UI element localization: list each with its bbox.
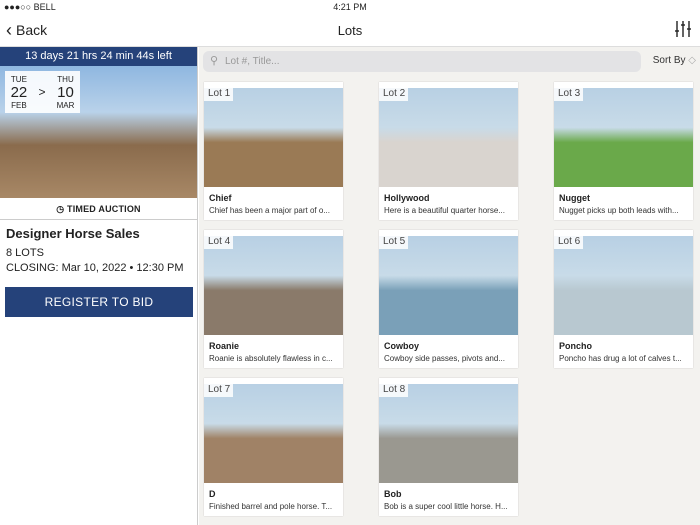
sort-label: Sort By	[652, 55, 686, 66]
auction-panel: 13 days 21 hrs 24 min 44s left TUE 22 FEB …	[0, 47, 198, 525]
filter-sliders-icon[interactable]	[674, 20, 692, 38]
lot-title: Chief	[209, 193, 232, 203]
date-range: TUE 22 FEB > THU 10 MAR	[5, 71, 80, 113]
lot-title: D	[209, 489, 216, 499]
lot-image	[554, 236, 693, 335]
lot-number: Lot 8	[379, 378, 409, 397]
lot-number: Lot 3	[554, 82, 584, 101]
auction-image: TUE 22 FEB > THU 10 MAR	[0, 66, 197, 198]
search-icon: ⚲	[210, 55, 219, 67]
lot-image	[379, 236, 518, 335]
closing-date: CLOSING: Mar 10, 2022 • 12:30 PM	[6, 262, 184, 274]
auction-type-label: TIMED AUCTION	[67, 204, 141, 214]
lot-title: Hollywood	[384, 193, 430, 203]
lot-image	[379, 88, 518, 187]
end-day: THU	[57, 74, 74, 84]
start-month: FEB	[11, 100, 27, 110]
end-date: 10	[57, 83, 74, 101]
lot-description: Roanie is absolutely flawless in c...	[209, 354, 333, 363]
start-day: TUE	[10, 74, 27, 84]
page-title: Lots	[337, 23, 363, 38]
lot-description: Cowboy side passes, pivots and...	[384, 354, 505, 363]
end-month: MAR	[56, 100, 75, 110]
lot-image	[554, 88, 693, 187]
lot-description: Bob is a super cool little horse. H...	[384, 502, 508, 511]
clock: 4:21 PM	[333, 2, 367, 12]
lots-panel: ⚲ Lot #, Title... Sort By ◇ Lot 1 Chief C…	[199, 47, 700, 525]
lot-description: Finished barrel and pole horse. T...	[209, 502, 333, 511]
lot-image	[204, 236, 343, 335]
lot-card[interactable]: Lot 6 Poncho Poncho has drug a lot of ca…	[554, 230, 693, 368]
lot-card[interactable]: Lot 8 Bob Bob is a super cool little hor…	[379, 378, 518, 516]
lot-title: Nugget	[559, 193, 590, 203]
lot-description: Here is a beautiful quarter horse...	[384, 206, 505, 215]
clock-icon: ◷	[56, 204, 67, 214]
lot-card[interactable]: Lot 2 Hollywood Here is a beautiful quar…	[379, 82, 518, 220]
status-bar: ●●●○○ BELL 4:21 PM	[0, 0, 700, 14]
register-to-bid-button[interactable]: REGISTER TO BID	[5, 287, 193, 317]
date-separator: >	[38, 85, 46, 99]
lot-title: Cowboy	[384, 341, 419, 351]
lot-number: Lot 6	[554, 230, 584, 249]
lot-title: Poncho	[559, 341, 592, 351]
auction-title: Designer Horse Sales	[6, 226, 140, 241]
search-input[interactable]: ⚲ Lot #, Title...	[203, 51, 641, 72]
lot-description: Chief has been a major part of o...	[209, 206, 330, 215]
lot-card[interactable]: Lot 3 Nugget Nugget picks up both leads …	[554, 82, 693, 220]
start-date: 22	[10, 83, 28, 101]
search-placeholder: Lot #, Title...	[225, 56, 280, 67]
nav-bar: ‹ Back Lots	[0, 14, 700, 47]
lot-title: Bob	[384, 489, 402, 499]
lot-card[interactable]: Lot 7 D Finished barrel and pole horse. …	[204, 378, 343, 516]
lot-description: Poncho has drug a lot of calves t...	[559, 354, 682, 363]
sort-icon: ◇	[688, 55, 696, 66]
lot-number: Lot 1	[204, 82, 234, 101]
auction-type: ◷ TIMED AUCTION	[0, 198, 197, 220]
lot-image	[204, 384, 343, 483]
lot-count: 8 LOTS	[6, 247, 44, 259]
countdown-timer: 13 days 21 hrs 24 min 44s left	[0, 47, 197, 66]
lot-number: Lot 2	[379, 82, 409, 101]
lot-number: Lot 4	[204, 230, 234, 249]
lot-card[interactable]: Lot 4 Roanie Roanie is absolutely flawle…	[204, 230, 343, 368]
sort-by-button[interactable]: Sort By ◇	[653, 55, 696, 66]
lot-card[interactable]: Lot 1 Chief Chief has been a major part …	[204, 82, 343, 220]
lot-card[interactable]: Lot 5 Cowboy Cowboy side passes, pivots …	[379, 230, 518, 368]
lot-title: Roanie	[209, 341, 240, 351]
lot-description: Nugget picks up both leads with...	[559, 206, 679, 215]
lot-number: Lot 5	[379, 230, 409, 249]
lot-image	[204, 88, 343, 187]
lot-number: Lot 7	[204, 378, 234, 397]
lot-image	[379, 384, 518, 483]
